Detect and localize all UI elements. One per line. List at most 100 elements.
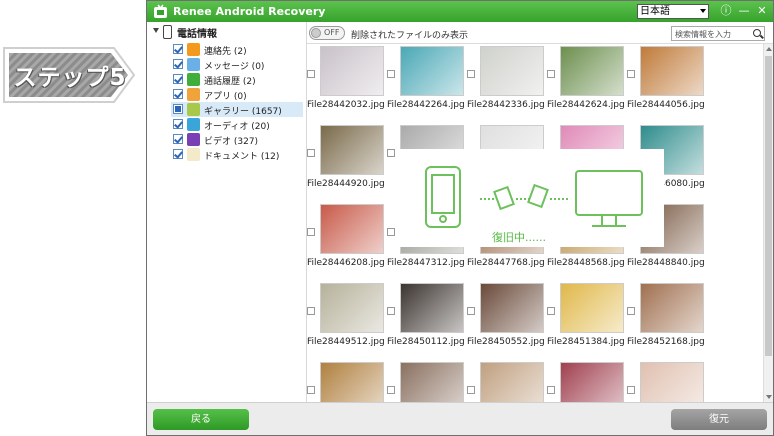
call-log-icon <box>187 73 200 86</box>
sidebar-item-checkbox[interactable] <box>173 59 183 69</box>
file-name: File28442624.jpg <box>547 100 625 110</box>
search-icon[interactable] <box>753 29 761 37</box>
file-checkbox[interactable] <box>307 149 315 157</box>
sidebar-item-checkbox[interactable] <box>173 134 183 144</box>
file-checkbox[interactable] <box>627 70 635 78</box>
file-checkbox[interactable] <box>627 307 635 315</box>
file-thumbnail[interactable] <box>320 204 384 254</box>
file-grid-item[interactable]: File28450112.jpg <box>387 283 467 363</box>
file-grid-item[interactable] <box>307 362 387 402</box>
sidebar-item-checkbox[interactable] <box>173 89 183 99</box>
search-input[interactable]: 検索情報を入力 <box>671 26 765 41</box>
file-grid-item[interactable] <box>627 362 707 402</box>
recovery-progress-overlay: 復旧中...... <box>396 149 664 247</box>
file-thumbnail[interactable] <box>480 362 544 402</box>
info-icon[interactable]: ⓘ <box>719 4 733 18</box>
sidebar-item-checkbox[interactable] <box>173 104 183 114</box>
language-select[interactable]: 日本語 <box>637 4 709 19</box>
sidebar-item-checkbox[interactable] <box>173 119 183 129</box>
file-checkbox[interactable] <box>307 228 315 236</box>
sidebar-item-gallery[interactable]: ギャラリー (1657) <box>171 102 303 117</box>
document-icon <box>187 148 200 161</box>
file-grid-item[interactable] <box>547 362 627 402</box>
file-checkbox[interactable] <box>627 386 635 394</box>
file-checkbox[interactable] <box>547 70 555 78</box>
file-grid-item[interactable]: File28444920.jpg <box>307 125 387 205</box>
file-thumbnail[interactable] <box>320 46 384 96</box>
sidebar-item-call-log[interactable]: 通話履歴 (2) <box>171 72 303 87</box>
file-checkbox[interactable] <box>387 386 395 394</box>
file-checkbox[interactable] <box>387 307 395 315</box>
file-checkbox[interactable] <box>547 386 555 394</box>
back-button[interactable]: 戻る <box>153 409 249 430</box>
file-name: File28447768.jpg <box>467 258 545 268</box>
file-thumbnail[interactable] <box>640 362 704 402</box>
file-checkbox[interactable] <box>387 228 395 236</box>
file-checkbox[interactable] <box>467 70 475 78</box>
sidebar-item-apps[interactable]: アプリ (0) <box>171 87 303 102</box>
file-thumbnail[interactable] <box>480 283 544 333</box>
scroll-down-icon[interactable] <box>766 395 772 399</box>
file-thumbnail[interactable] <box>480 46 544 96</box>
tree-root-label: 電話情報 <box>177 29 217 40</box>
file-grid-item[interactable]: File28451384.jpg <box>547 283 627 363</box>
file-checkbox[interactable] <box>307 307 315 315</box>
file-thumbnail[interactable] <box>560 283 624 333</box>
file-checkbox[interactable] <box>307 386 315 394</box>
sidebar-item-checkbox[interactable] <box>173 44 183 54</box>
recovery-status-text: 復旧中...... <box>492 231 546 244</box>
file-grid-item[interactable] <box>467 362 547 402</box>
app-title: Renee Android Recovery <box>173 5 326 18</box>
file-name: File28451384.jpg <box>547 337 625 347</box>
file-grid-item[interactable]: File28444056.jpg <box>627 46 707 126</box>
file-thumbnail[interactable] <box>320 125 384 175</box>
computer-monitor-icon <box>575 170 643 227</box>
file-thumbnail[interactable] <box>560 46 624 96</box>
sidebar-item-checkbox[interactable] <box>173 149 183 159</box>
sidebar-item-checkbox[interactable] <box>173 74 183 84</box>
file-checkbox[interactable] <box>387 70 395 78</box>
file-thumbnail[interactable] <box>320 283 384 333</box>
file-grid-item[interactable]: File28452168.jpg <box>627 283 707 363</box>
file-checkbox[interactable] <box>547 307 555 315</box>
file-thumbnail[interactable] <box>400 283 464 333</box>
contacts-icon <box>187 43 200 56</box>
file-grid-item[interactable]: File28450552.jpg <box>467 283 547 363</box>
sidebar-item-video[interactable]: ビデオ (327) <box>171 132 303 147</box>
recover-button[interactable]: 復元 <box>671 409 767 430</box>
screenshot-stage: ステップ5 Renee Android Recovery 日本語 ⓘ — ✕ 電… <box>0 0 774 436</box>
scroll-up-icon[interactable] <box>766 47 772 51</box>
file-grid-item[interactable]: File28442336.jpg <box>467 46 547 126</box>
file-checkbox[interactable] <box>387 149 395 157</box>
phone-icon <box>163 25 172 39</box>
file-thumbnail[interactable] <box>400 46 464 96</box>
file-grid-item[interactable]: File28442624.jpg <box>547 46 627 126</box>
sidebar-item-message[interactable]: メッセージ (0) <box>171 57 303 72</box>
file-grid-item[interactable]: File28442264.jpg <box>387 46 467 126</box>
file-grid-item[interactable]: File28446208.jpg <box>307 204 387 284</box>
step-label: ステップ5 <box>13 65 127 91</box>
grid-scrollbar[interactable] <box>763 44 773 402</box>
minimize-button[interactable]: — <box>737 4 751 18</box>
file-thumbnail[interactable] <box>400 362 464 402</box>
file-thumbnail[interactable] <box>640 46 704 96</box>
sidebar: 電話情報 連絡先 (2) メッセージ (0) 通話履歴 (2) アプリ (0) ギャラリ… <box>147 22 307 402</box>
scroll-thumb[interactable] <box>765 56 772 356</box>
sidebar-item-document[interactable]: ドキュメント (12) <box>171 147 303 162</box>
sidebar-item-audio[interactable]: オーディオ (20) <box>171 117 303 132</box>
file-checkbox[interactable] <box>467 307 475 315</box>
file-grid-item[interactable]: File28442032.jpg <box>307 46 387 126</box>
file-thumbnail[interactable] <box>320 362 384 402</box>
sidebar-item-label: メッセージ (0) <box>204 62 265 72</box>
file-thumbnail[interactable] <box>560 362 624 402</box>
file-thumbnail[interactable] <box>640 283 704 333</box>
phone-outline-icon <box>425 166 461 228</box>
close-button[interactable]: ✕ <box>755 4 769 18</box>
file-checkbox[interactable] <box>307 70 315 78</box>
file-grid-item[interactable]: File28449512.jpg <box>307 283 387 363</box>
sidebar-item-contacts[interactable]: 連絡先 (2) <box>171 42 303 57</box>
deleted-only-toggle[interactable]: OFF <box>309 26 345 40</box>
file-checkbox[interactable] <box>467 386 475 394</box>
file-grid-item[interactable] <box>387 362 467 402</box>
sidebar-item-label: 通話履歴 (2) <box>204 77 256 87</box>
